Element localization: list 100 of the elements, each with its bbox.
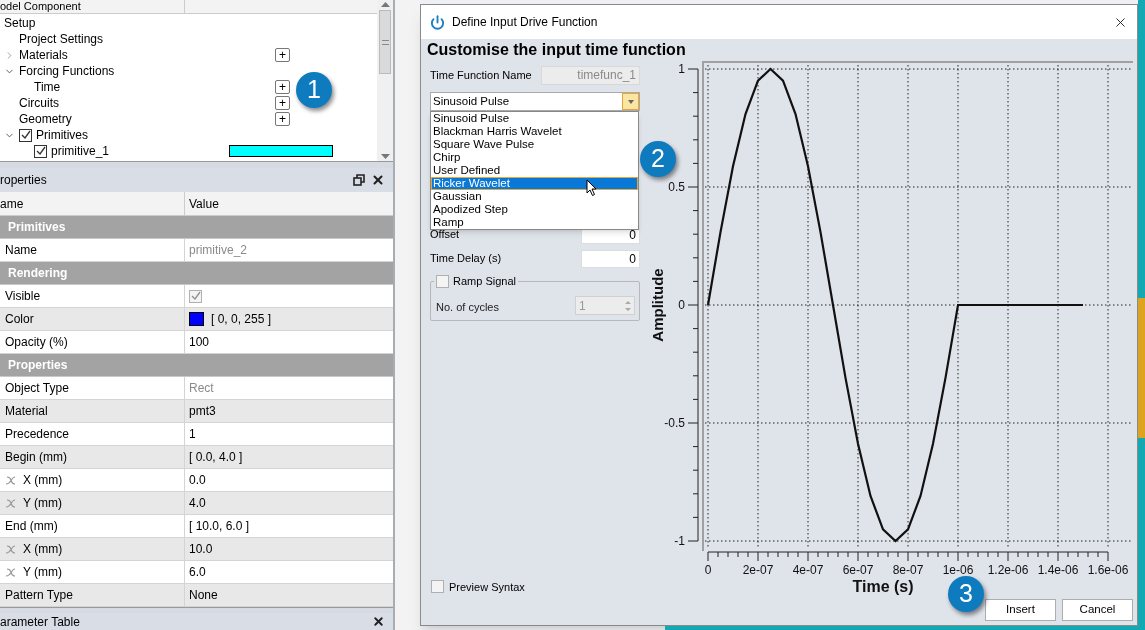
tree-item-label[interactable]: Geometry — [19, 110, 72, 128]
column-header[interactable]: ame — [0, 192, 185, 215]
dropdown-option[interactable]: Sinusoid Pulse — [431, 112, 638, 125]
property-name: Object Type — [5, 380, 69, 397]
restore-icon[interactable] — [353, 174, 365, 186]
field-label: Time Delay (s) — [430, 251, 502, 267]
section-header: Properties — [0, 354, 393, 377]
property-name: X (mm) — [23, 541, 63, 558]
checkbox-label[interactable]: Preview Syntax — [449, 578, 525, 595]
tree-item-label[interactable]: Circuits — [19, 94, 59, 112]
tree-item-label[interactable]: Materials — [19, 46, 68, 64]
checkbox[interactable] — [34, 144, 47, 158]
property-value[interactable]: [ 10.0, 6.0 ] — [189, 517, 250, 535]
dropdown-option[interactable]: User Defined — [431, 164, 638, 177]
x-axis-title: Time (s) — [852, 578, 914, 595]
property-value[interactable]: 1 — [189, 425, 196, 443]
tree-item-label[interactable]: Time — [34, 78, 61, 96]
dropdown-option[interactable]: Gaussian — [431, 190, 638, 203]
tree-item-label[interactable]: primitive_1 — [51, 142, 110, 160]
add-button[interactable]: + — [275, 80, 290, 94]
x-tick-label: 1.6e-06 — [1087, 563, 1129, 577]
y-axis-title: Amplitude — [649, 268, 666, 342]
dialog-title: Define Input Drive Function — [452, 14, 598, 31]
scroll-down-icon[interactable] — [380, 154, 390, 159]
scrollbar[interactable] — [377, 0, 393, 161]
property-name: X (mm) — [23, 472, 63, 489]
property-name: Y (mm) — [23, 564, 63, 581]
section-header: Primitives — [0, 216, 393, 239]
dropdown-option[interactable]: Ricker Wavelet — [431, 177, 638, 190]
scroll-up-icon[interactable] — [380, 2, 390, 7]
y-tick-label: 0.5 — [668, 180, 685, 194]
color-swatch[interactable] — [229, 145, 333, 157]
checkbox[interactable] — [19, 128, 32, 142]
column-header[interactable]: Value — [185, 192, 219, 215]
section-header: Rendering — [0, 262, 393, 285]
property-name: Name — [5, 242, 37, 259]
property-value[interactable]: 100 — [189, 333, 210, 351]
add-button[interactable]: + — [275, 96, 290, 110]
property-value[interactable]: 6.0 — [189, 563, 206, 581]
checkbox[interactable] — [431, 580, 444, 594]
variable-x-icon — [5, 544, 16, 554]
time-delay-field[interactable]: 0 — [581, 249, 640, 268]
property-value[interactable]: 4.0 — [189, 494, 206, 512]
x-tick-label: 8e-07 — [892, 563, 924, 577]
dropdown-option[interactable]: Apodized Step — [431, 203, 638, 216]
property-name: Color — [5, 311, 34, 328]
checkbox[interactable] — [189, 289, 202, 303]
property-name: Visible — [5, 288, 41, 305]
panel-title: arameter Table — [0, 613, 80, 630]
property-name: Pattern Type — [5, 587, 73, 604]
add-button[interactable]: + — [275, 48, 290, 62]
close-icon[interactable] — [371, 173, 385, 187]
property-name: Precedence — [5, 426, 70, 443]
field-label: Time Function Name — [430, 67, 532, 83]
property-value[interactable]: [ 0.0, 4.0 ] — [189, 448, 243, 466]
checkbox[interactable] — [436, 274, 449, 288]
dialog-heading: Customise the input time function — [426, 40, 686, 60]
property-name: Begin (mm) — [5, 449, 67, 466]
property-value[interactable]: [ 0, 0, 255 ] — [211, 310, 272, 328]
cursor-icon — [586, 179, 598, 197]
y-tick-label: -0.5 — [664, 416, 685, 430]
property-value[interactable]: None — [189, 586, 218, 604]
tree-item-label[interactable]: Forcing Functions — [19, 62, 115, 80]
close-icon[interactable] — [372, 615, 385, 628]
variable-x-icon — [5, 475, 16, 485]
tree-item-label[interactable]: Setup — [4, 14, 36, 32]
x-tick-label: 4e-07 — [792, 563, 824, 577]
x-tick-label: 0 — [704, 563, 712, 577]
color-swatch[interactable] — [189, 312, 204, 326]
property-name: End (mm) — [5, 518, 58, 535]
property-value[interactable]: 0.0 — [189, 471, 206, 489]
panel-title: roperties — [0, 172, 47, 189]
x-tick-label: 2e-07 — [742, 563, 774, 577]
property-name: Material — [5, 403, 48, 420]
field-label: Offset — [430, 228, 460, 243]
add-button[interactable]: + — [275, 112, 290, 126]
tree-item-label[interactable]: Project Settings — [19, 30, 104, 48]
property-value[interactable]: Rect — [189, 379, 214, 397]
tree-item-label[interactable]: Primitives — [36, 126, 88, 144]
insert-button[interactable]: Insert — [985, 599, 1056, 621]
x-tick-label: 1e-06 — [942, 563, 974, 577]
dropdown-option[interactable]: Blackman Harris Wavelet — [431, 125, 638, 138]
function-dropdown[interactable]: Sinusoid Pulse — [430, 92, 640, 111]
y-tick-label: -1 — [674, 534, 685, 548]
x-tick-label: 1.4e-06 — [1037, 563, 1079, 577]
cancel-button[interactable]: Cancel — [1062, 599, 1133, 621]
property-name: Y (mm) — [23, 495, 63, 512]
power-icon — [430, 14, 445, 30]
x-tick-label: 1.2e-06 — [987, 563, 1029, 577]
field-label: No. of cycles — [436, 299, 499, 315]
property-value[interactable]: 10.0 — [189, 540, 213, 558]
property-value[interactable]: primitive_2 — [189, 241, 248, 259]
property-value[interactable]: pmt3 — [189, 402, 216, 420]
caret-icon — [627, 99, 634, 104]
y-tick-label: 0 — [678, 298, 685, 312]
y-tick-label: 1 — [678, 62, 685, 76]
dropdown-option[interactable]: Square Wave Pulse — [431, 138, 638, 151]
variable-x-icon — [5, 498, 16, 508]
dropdown-option[interactable]: Chirp — [431, 151, 638, 164]
variable-x-icon — [5, 567, 16, 577]
